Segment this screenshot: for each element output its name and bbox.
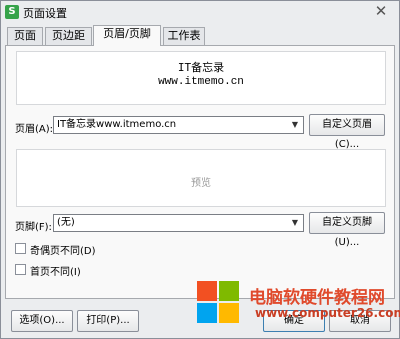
print-button[interactable]: 打印(P)... bbox=[77, 310, 139, 332]
wps-app-icon: S bbox=[5, 5, 19, 19]
page-setup-dialog: S 页面设置 ✕ 页面 页边距 页眉/页脚 工作表 IT备忘录 www.itme… bbox=[0, 0, 400, 339]
checkbox-box[interactable] bbox=[15, 243, 26, 254]
chevron-down-icon: ▼ bbox=[291, 218, 299, 227]
tab-sheet[interactable]: 工作表 bbox=[163, 27, 205, 45]
options-button[interactable]: 选项(O)... bbox=[11, 310, 73, 332]
header-select[interactable]: IT备忘录www.itmemo.cn ▼ bbox=[53, 116, 304, 134]
ok-button[interactable]: 确定 bbox=[263, 310, 325, 332]
chevron-down-icon: ▼ bbox=[291, 120, 299, 129]
footer-select-value: (无) bbox=[57, 217, 75, 228]
odd-even-different-checkbox[interactable]: 奇偶页不同(D) bbox=[15, 242, 115, 257]
header-label: 页眉(A): bbox=[15, 124, 54, 135]
preview-label: 预览 bbox=[191, 178, 211, 189]
dialog-title: 页面设置 bbox=[23, 7, 67, 20]
header-select-value: IT备忘录www.itmemo.cn bbox=[57, 119, 177, 130]
close-icon[interactable]: ✕ bbox=[371, 2, 391, 20]
first-page-different-checkbox[interactable]: 首页不同(I) bbox=[15, 263, 115, 278]
tab-margins[interactable]: 页边距 bbox=[45, 27, 92, 45]
footer-select[interactable]: (无) ▼ bbox=[53, 214, 304, 232]
checkbox-label: 首页不同(I) bbox=[30, 267, 81, 278]
tab-header-footer[interactable]: 页眉/页脚 bbox=[93, 25, 161, 46]
checkbox-box[interactable] bbox=[15, 264, 26, 275]
cancel-button[interactable]: 取消 bbox=[329, 310, 391, 332]
footer-preview-box: 预览 bbox=[16, 149, 386, 207]
title-bar: S 页面设置 ✕ bbox=[1, 1, 399, 23]
footer-label: 页脚(F): bbox=[15, 222, 52, 233]
header-preview-box: IT备忘录 www.itmemo.cn bbox=[16, 51, 386, 105]
custom-footer-button[interactable]: 自定义页脚(U)... bbox=[309, 212, 385, 248]
header-preview-line2: www.itmemo.cn bbox=[158, 76, 244, 88]
header-preview-line1: IT备忘录 bbox=[177, 61, 225, 74]
custom-header-button[interactable]: 自定义页眉(C)... bbox=[309, 114, 385, 150]
checkbox-label: 奇偶页不同(D) bbox=[30, 246, 96, 257]
tab-page[interactable]: 页面 bbox=[7, 27, 43, 45]
